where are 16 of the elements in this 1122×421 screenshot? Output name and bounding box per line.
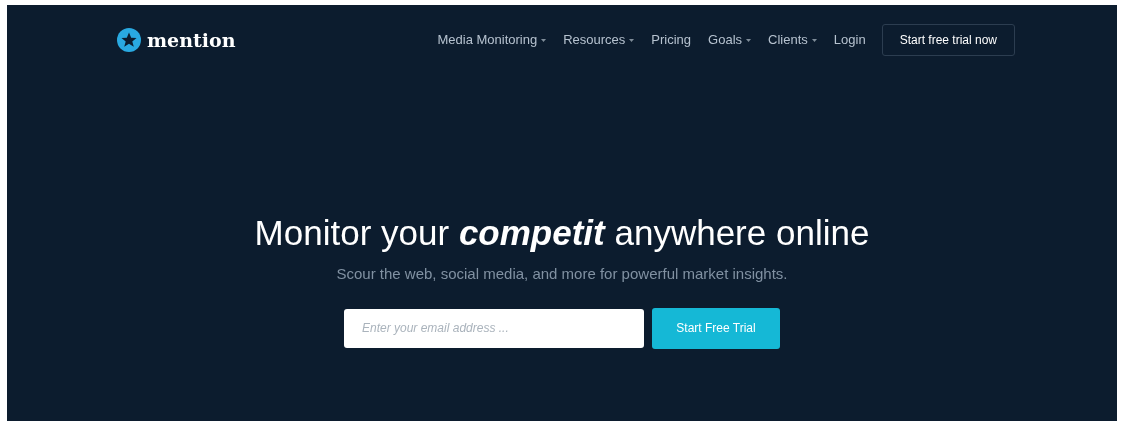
star-logo-icon — [117, 28, 141, 52]
nav-link[interactable]: Pricing — [651, 30, 692, 50]
caret-icon — [629, 38, 635, 42]
start-trial-button[interactable]: Start free trial now — [881, 24, 1015, 56]
email-field[interactable]: Enter your email address ... — [344, 308, 644, 348]
nav-link[interactable]: Resources — [563, 30, 635, 50]
nav-link[interactable]: Clients — [768, 30, 817, 50]
caret-icon — [746, 38, 752, 42]
brand-name: mention — [147, 27, 236, 53]
caret-icon — [541, 38, 547, 42]
hero-headline: Monitor your competit anywhere online — [254, 212, 870, 254]
caret-icon — [811, 38, 817, 42]
nav-link[interactable]: Goals — [708, 30, 752, 50]
hero-subtitle: Scour the web, social media, and more for powerful market insights. — [336, 264, 788, 284]
nav-link[interactable]: Media Monitoring — [437, 30, 547, 50]
nav-link[interactable]: Login — [833, 30, 866, 50]
